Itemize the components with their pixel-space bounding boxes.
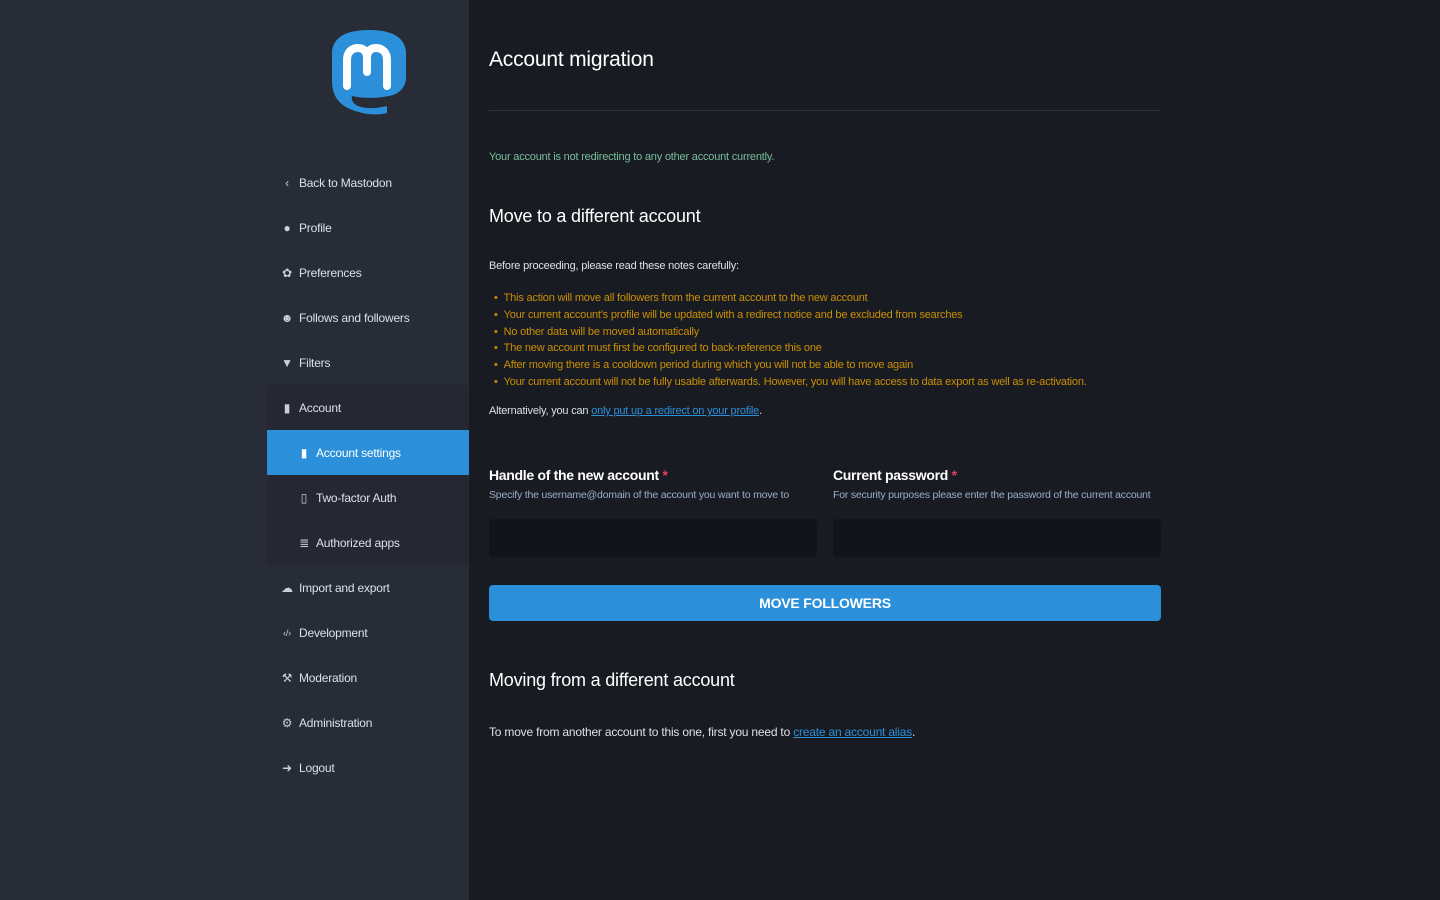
- sidebar-item-label: Moderation: [299, 670, 358, 685]
- warning-item: The new account must first be configured…: [494, 340, 1087, 357]
- password-hint: For security purposes please enter the p…: [833, 489, 1151, 501]
- sidebar-item-import-and-export[interactable]: ☁ Import and export: [267, 565, 469, 610]
- list-icon: ≣: [299, 535, 309, 550]
- sidebar-item-label: Filters: [299, 355, 331, 370]
- create-alias-link[interactable]: create an account alias: [793, 725, 912, 739]
- user-icon: ●: [283, 220, 291, 235]
- warnings-list: This action will move all followers from…: [494, 290, 1087, 391]
- sidebar-item-label: Authorized apps: [316, 535, 400, 550]
- filter-icon: ▼: [281, 355, 293, 370]
- lock-icon: ▮: [283, 400, 291, 415]
- warning-item: This action will move all followers from…: [494, 290, 1087, 307]
- sidebar-item-label: Development: [299, 625, 368, 640]
- sidebar-item-administration[interactable]: ⚙ Administration: [267, 700, 469, 745]
- sidebar-item-logout[interactable]: ➜ Logout: [267, 745, 469, 790]
- password-label: Current password *: [833, 467, 957, 483]
- sidebar-item-profile[interactable]: ● Profile: [267, 205, 469, 250]
- alternative-note: Alternatively, you can only put up a red…: [489, 405, 762, 417]
- moving-from-heading: Moving from a different account: [489, 670, 735, 690]
- sidebar-item-development[interactable]: ‹/› Development: [267, 610, 469, 655]
- move-section-heading: Move to a different account: [489, 206, 701, 226]
- mastodon-logo[interactable]: [329, 28, 409, 124]
- password-field: Current password * For security purposes…: [833, 467, 1161, 557]
- sign-out-icon: ➜: [282, 760, 292, 775]
- sidebar-item-back-to-mastodon[interactable]: ‹ Back to Mastodon: [267, 160, 469, 205]
- handle-hint: Specify the username@domain of the accou…: [489, 489, 790, 501]
- sidebar-item-label: Back to Mastodon: [299, 175, 392, 190]
- alternative-prefix: Alternatively, you can: [489, 405, 592, 417]
- sidebar-item-label: Profile: [299, 220, 332, 235]
- sidebar-item-moderation[interactable]: ⚒ Moderation: [267, 655, 469, 700]
- sidebar-item-label: Account settings: [316, 445, 401, 460]
- password-input[interactable]: [833, 519, 1161, 557]
- lock-icon: ▮: [300, 445, 308, 460]
- handle-label: Handle of the new account *: [489, 467, 668, 483]
- sidebar-item-label: Logout: [299, 760, 335, 775]
- sidebar-item-label: Import and export: [299, 580, 390, 595]
- page-title: Account migration: [489, 48, 654, 71]
- redirect-profile-link[interactable]: only put up a redirect on your profile: [591, 405, 759, 417]
- gear-icon: ✿: [282, 265, 292, 280]
- warning-item: Your current account will not be fully u…: [494, 374, 1087, 391]
- sidebar-item-account-settings[interactable]: ▮ Account settings: [267, 430, 469, 475]
- cogs-icon: ⚙: [281, 715, 293, 730]
- users-icon: ☻: [280, 310, 294, 325]
- sidebar-item-two-factor-auth[interactable]: ▯ Two-factor Auth: [267, 475, 469, 520]
- divider: [489, 110, 1161, 111]
- gavel-icon: ⚒: [281, 670, 293, 685]
- required-mark: *: [951, 467, 957, 483]
- sidebar-item-preferences[interactable]: ✿ Preferences: [267, 250, 469, 295]
- sidebar: ‹ Back to Mastodon ● Profile ✿ Preferenc…: [267, 0, 469, 900]
- handle-input[interactable]: [489, 519, 817, 557]
- migration-status: Your account is not redirecting to any o…: [489, 151, 775, 163]
- alternative-suffix: .: [759, 405, 762, 417]
- sidebar-item-account[interactable]: ▮ Account: [267, 385, 469, 430]
- cloud-icon: ☁: [281, 580, 293, 595]
- sidebar-item-label: Preferences: [299, 265, 362, 280]
- sidebar-item-label: Two-factor Auth: [316, 490, 397, 505]
- account-subnav: ▮ Account ▮ Account settings ▯ Two-facto…: [267, 385, 469, 565]
- chevron-left-icon: ‹: [285, 175, 289, 190]
- handle-field: Handle of the new account * Specify the …: [489, 467, 817, 557]
- move-followers-button[interactable]: MOVE FOLLOWERS: [489, 585, 1161, 621]
- sidebar-item-follows-and-followers[interactable]: ☻ Follows and followers: [267, 295, 469, 340]
- sidebar-item-filters[interactable]: ▼ Filters: [267, 340, 469, 385]
- sidebar-item-label: Administration: [299, 715, 373, 730]
- sidebar-item-label: Account: [299, 400, 341, 415]
- warning-item: Your current account's profile will be u…: [494, 307, 1087, 324]
- warning-item: No other data will be moved automaticall…: [494, 324, 1087, 341]
- settings-nav: ‹ Back to Mastodon ● Profile ✿ Preferenc…: [267, 160, 469, 790]
- sidebar-item-authorized-apps[interactable]: ≣ Authorized apps: [267, 520, 469, 565]
- sidebar-item-label: Follows and followers: [299, 310, 410, 325]
- mobile-icon: ▯: [300, 490, 308, 505]
- required-mark: *: [662, 467, 668, 483]
- warning-item: After moving there is a cooldown period …: [494, 357, 1087, 374]
- code-icon: ‹/›: [283, 627, 291, 638]
- moving-from-text: To move from another account to this one…: [489, 725, 916, 739]
- notes-intro: Before proceeding, please read these not…: [489, 260, 739, 272]
